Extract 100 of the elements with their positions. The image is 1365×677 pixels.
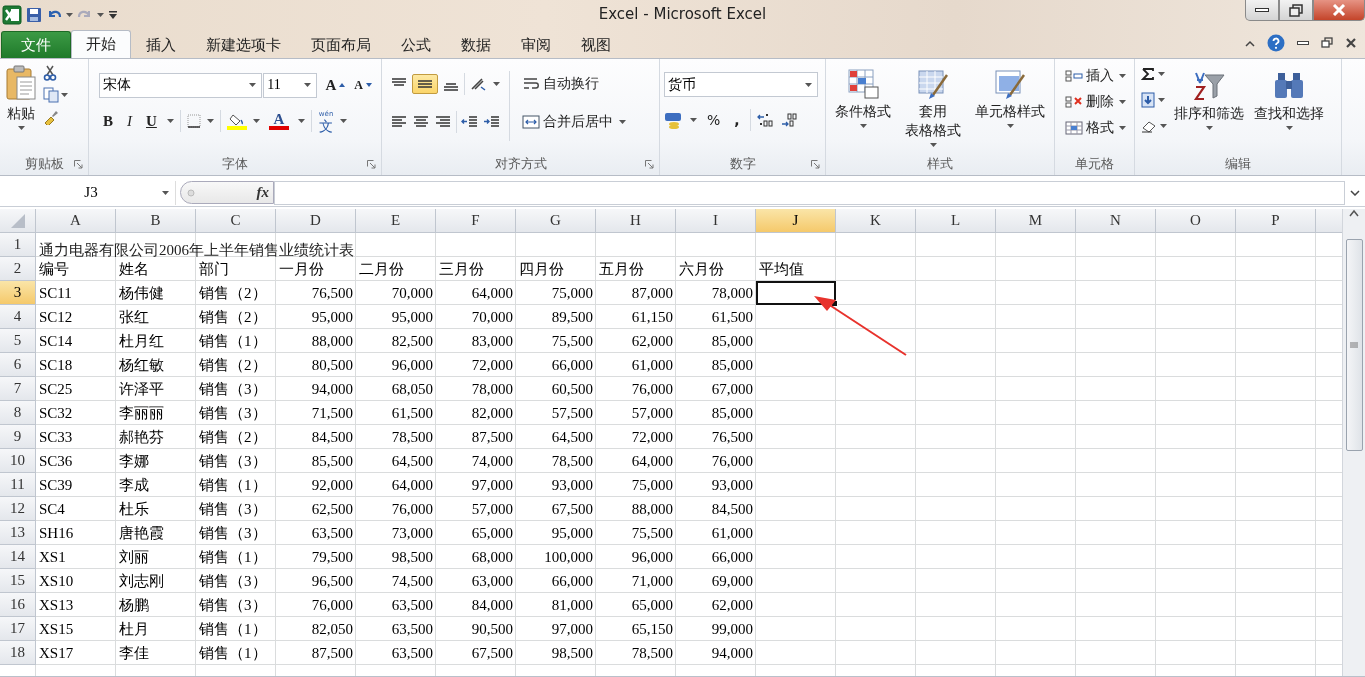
column-header[interactable]: N <box>1076 209 1156 233</box>
row-header[interactable]: 7 <box>0 377 36 401</box>
column-header[interactable]: L <box>916 209 996 233</box>
caret-icon[interactable] <box>493 82 500 86</box>
format-as-table-button[interactable]: 套用 表格格式 <box>902 67 964 153</box>
minimize-icon[interactable] <box>1297 40 1309 46</box>
caret-icon[interactable] <box>61 93 68 97</box>
excel-logo-icon[interactable] <box>2 5 22 25</box>
column-header[interactable]: J <box>756 209 836 233</box>
file-tab[interactable]: 文件 <box>1 31 71 58</box>
expand-formula-bar-icon[interactable] <box>1350 189 1360 196</box>
comma-style-button[interactable]: , <box>730 110 744 130</box>
delete-cells-button[interactable]: 删除 <box>1061 91 1118 113</box>
font-size-dropdown[interactable]: 11 <box>263 72 318 98</box>
column-header[interactable]: C <box>196 209 276 233</box>
name-box[interactable]: J3 <box>0 180 176 205</box>
currency-icon[interactable] <box>664 111 684 129</box>
merge-center-button[interactable]: 合并后居中 <box>518 111 617 133</box>
percent-style-button[interactable]: % <box>703 110 725 130</box>
caret-icon[interactable] <box>929 142 937 147</box>
column-header[interactable]: F <box>436 209 516 233</box>
column-header[interactable]: O <box>1156 209 1236 233</box>
ribbon-tab[interactable]: 数据 <box>446 31 506 58</box>
caret-icon[interactable] <box>1119 100 1126 104</box>
ribbon-tab[interactable]: 视图 <box>566 31 626 58</box>
insert-function-button[interactable]: fx <box>180 181 274 204</box>
restore-button[interactable] <box>1279 0 1313 21</box>
conditional-formatting-button[interactable]: 条件格式 <box>832 67 894 153</box>
row-header[interactable]: 13 <box>0 521 36 545</box>
caret-icon[interactable] <box>252 119 260 123</box>
column-header[interactable]: M <box>996 209 1076 233</box>
dialog-launcher-icon[interactable] <box>74 160 83 169</box>
scissors-icon[interactable] <box>43 65 57 81</box>
caret-icon[interactable] <box>17 125 25 130</box>
format-painter-icon[interactable] <box>43 109 59 125</box>
column-header[interactable]: I <box>676 209 756 233</box>
find-select-button[interactable]: 查找和选择 <box>1251 65 1327 153</box>
column-header[interactable]: B <box>116 209 196 233</box>
align-right-icon[interactable] <box>434 114 452 130</box>
caret-icon[interactable] <box>1285 125 1293 130</box>
close-button[interactable] <box>1313 0 1365 21</box>
increase-decimal-icon[interactable] <box>756 112 775 128</box>
caret-icon[interactable] <box>1158 98 1165 102</box>
paste-button[interactable]: 粘贴 <box>3 63 39 153</box>
fill-down-icon[interactable] <box>1141 92 1155 108</box>
dialog-launcher-icon[interactable] <box>367 160 376 169</box>
row-header[interactable]: 15 <box>0 569 36 593</box>
close-icon[interactable] <box>1345 37 1357 49</box>
restore-icon[interactable] <box>1321 37 1333 49</box>
insert-cells-button[interactable]: 插入 <box>1061 65 1118 87</box>
ribbon-tab[interactable]: 插入 <box>131 31 191 58</box>
column-header[interactable]: G <box>516 209 596 233</box>
cell-styles-button[interactable]: 单元格样式 <box>972 67 1048 153</box>
caret-icon[interactable] <box>1205 125 1213 130</box>
row-header[interactable]: 2 <box>0 257 36 281</box>
caret-icon[interactable] <box>1160 124 1167 128</box>
row-header[interactable]: 5 <box>0 329 36 353</box>
row-header[interactable]: 18 <box>0 641 36 665</box>
row-header[interactable]: 10 <box>0 449 36 473</box>
scrollbar-thumb[interactable] <box>1345 239 1363 451</box>
align-middle-button[interactable] <box>412 74 438 94</box>
collapse-ribbon-icon[interactable] <box>1245 39 1255 47</box>
redo-caret-icon[interactable] <box>97 13 104 17</box>
caret-icon[interactable] <box>297 119 305 123</box>
caret-icon[interactable] <box>249 83 257 87</box>
format-cells-button[interactable]: 格式 <box>1061 117 1118 139</box>
caret-icon[interactable] <box>340 119 348 123</box>
scroll-up-icon[interactable] <box>1349 209 1359 217</box>
row-header[interactable]: 12 <box>0 497 36 521</box>
caret-icon[interactable] <box>859 123 867 128</box>
save-icon[interactable] <box>26 7 42 23</box>
ribbon-tab[interactable]: 审阅 <box>506 31 566 58</box>
decrease-indent-icon[interactable] <box>461 114 479 130</box>
column-header[interactable]: P <box>1236 209 1316 233</box>
wrap-text-button[interactable]: 自动换行 <box>518 71 626 97</box>
customize-toolbar-icon[interactable] <box>108 10 118 20</box>
caret-icon[interactable] <box>805 82 812 87</box>
row-header[interactable]: 14 <box>0 545 36 569</box>
number-format-dropdown[interactable]: 货币 <box>664 72 818 97</box>
borders-icon[interactable] <box>186 114 201 128</box>
align-left-icon[interactable] <box>390 114 408 130</box>
row-header[interactable]: 4 <box>0 305 36 329</box>
column-header[interactable]: D <box>276 209 356 233</box>
row-header[interactable]: 9 <box>0 425 36 449</box>
caret-icon[interactable] <box>162 190 169 195</box>
caret-icon[interactable] <box>619 120 626 124</box>
row-header[interactable]: 17 <box>0 617 36 641</box>
sort-filter-button[interactable]: 排序和筛选 <box>1171 65 1247 153</box>
italic-button[interactable]: I <box>123 110 136 132</box>
ribbon-tab[interactable]: 开始 <box>71 30 131 58</box>
font-name-dropdown[interactable]: 宋体 <box>99 72 263 98</box>
column-header[interactable]: A <box>36 209 116 233</box>
eraser-icon[interactable] <box>1141 119 1157 133</box>
row-header[interactable]: 1 <box>0 233 36 257</box>
minimize-button[interactable] <box>1245 0 1279 21</box>
caret-icon[interactable] <box>690 118 697 122</box>
column-header[interactable]: K <box>836 209 916 233</box>
column-header[interactable]: H <box>596 209 676 233</box>
caret-icon[interactable] <box>1006 123 1014 128</box>
caret-icon[interactable] <box>1119 126 1126 130</box>
